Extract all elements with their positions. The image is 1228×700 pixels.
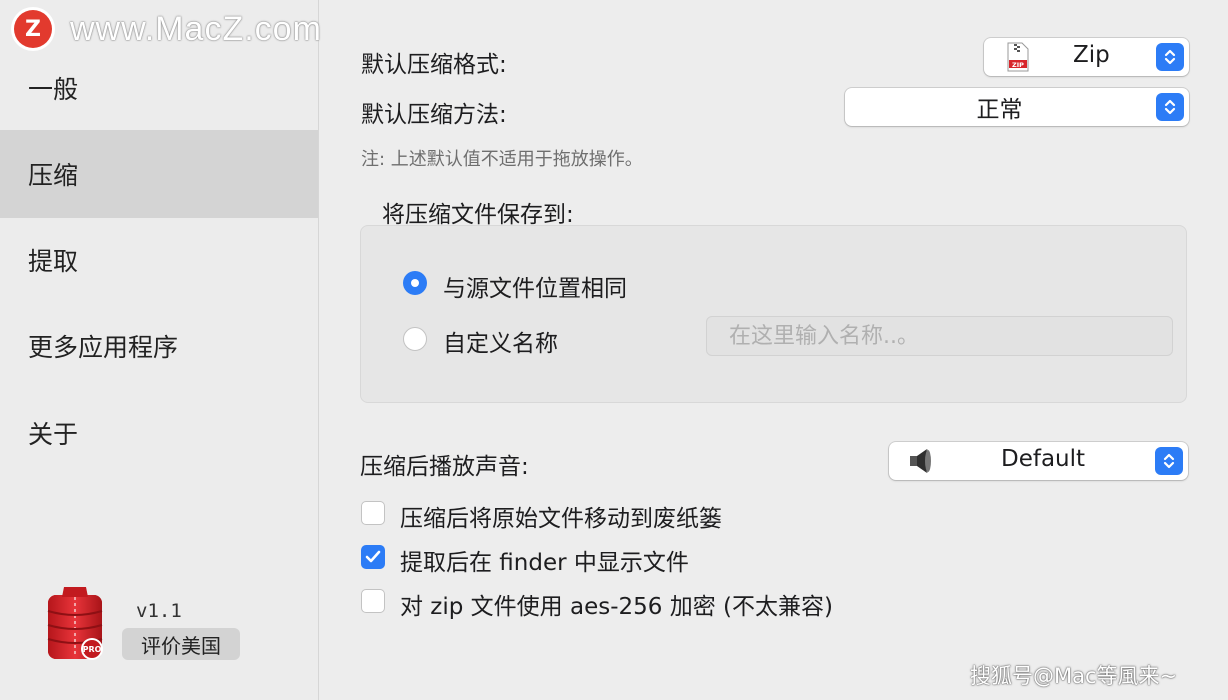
watermark-text: www.MacZ.com bbox=[70, 9, 322, 48]
custom-name-radio[interactable] bbox=[403, 327, 427, 351]
sidebar-item-label: 一般 bbox=[28, 75, 79, 104]
watermark: Z www.MacZ.com bbox=[14, 10, 322, 48]
zip-file-icon: ZIP bbox=[1007, 42, 1029, 72]
version-label: v1.1 bbox=[136, 600, 182, 622]
chevron-updown-icon bbox=[1156, 43, 1184, 71]
rate-us-button[interactable]: 评价美国 bbox=[122, 628, 240, 660]
sidebar-item-general[interactable]: 一般 bbox=[0, 44, 318, 132]
speaker-icon bbox=[910, 449, 931, 473]
default-method-label: 默认压缩方法: bbox=[361, 102, 507, 128]
watermark-logo-letter: Z bbox=[25, 16, 41, 42]
checkmark-icon bbox=[365, 550, 381, 563]
chevron-updown-icon bbox=[1155, 447, 1183, 475]
same-location-radio[interactable] bbox=[403, 271, 427, 295]
save-location-group bbox=[360, 225, 1187, 403]
defaults-note: 注: 上述默认值不适用于拖放操作。 bbox=[361, 149, 643, 170]
sidebar-item-about[interactable]: 关于 bbox=[0, 389, 318, 477]
sound-value: Default bbox=[1001, 446, 1086, 472]
rate-us-label: 评价美国 bbox=[141, 633, 221, 658]
custom-name-input[interactable] bbox=[706, 316, 1173, 356]
default-method-value: 正常 bbox=[976, 97, 1023, 123]
default-method-popup[interactable]: 正常 bbox=[845, 88, 1189, 126]
svg-text:ZIP: ZIP bbox=[1012, 61, 1024, 69]
sidebar-item-label: 提取 bbox=[28, 247, 79, 276]
chevron-updown-icon bbox=[1156, 93, 1184, 121]
default-format-value: Zip bbox=[1073, 42, 1110, 68]
watermark-logo: Z bbox=[14, 10, 52, 48]
default-format-popup[interactable]: ZIP Zip bbox=[984, 38, 1189, 76]
custom-name-label: 自定义名称 bbox=[443, 331, 558, 357]
show-in-finder-label: 提取后在 finder 中显示文件 bbox=[400, 550, 689, 576]
aes-encryption-checkbox[interactable] bbox=[361, 589, 385, 613]
show-in-finder-checkbox[interactable] bbox=[361, 545, 385, 569]
svg-text:PRO: PRO bbox=[83, 645, 102, 654]
sidebar-item-label: 关于 bbox=[28, 420, 79, 449]
sidebar-item-label: 更多应用程序 bbox=[28, 333, 179, 362]
archiver-pro-icon: PRO bbox=[47, 587, 103, 660]
sound-label: 压缩后播放声音: bbox=[360, 454, 529, 480]
sound-popup[interactable]: Default bbox=[889, 442, 1188, 480]
sidebar: 一般 压缩 提取 更多应用程序 关于 PRO v1.1 评价美国 bbox=[0, 0, 319, 700]
move-to-trash-label: 压缩后将原始文件移动到废纸篓 bbox=[400, 506, 722, 532]
move-to-trash-checkbox[interactable] bbox=[361, 501, 385, 525]
sidebar-item-extract[interactable]: 提取 bbox=[0, 216, 318, 304]
sidebar-item-label: 压缩 bbox=[28, 161, 79, 190]
default-format-label: 默认压缩格式: bbox=[361, 52, 507, 78]
aes-encryption-label: 对 zip 文件使用 aes-256 加密 (不太兼容) bbox=[400, 594, 833, 620]
sidebar-item-more-apps[interactable]: 更多应用程序 bbox=[0, 302, 318, 390]
same-location-label: 与源文件位置相同 bbox=[443, 276, 627, 302]
source-credit: 搜狐号@Mac等風来~ bbox=[970, 664, 1178, 688]
sidebar-item-compress[interactable]: 压缩 bbox=[0, 130, 318, 218]
save-to-label: 将压缩文件保存到: bbox=[382, 202, 574, 228]
